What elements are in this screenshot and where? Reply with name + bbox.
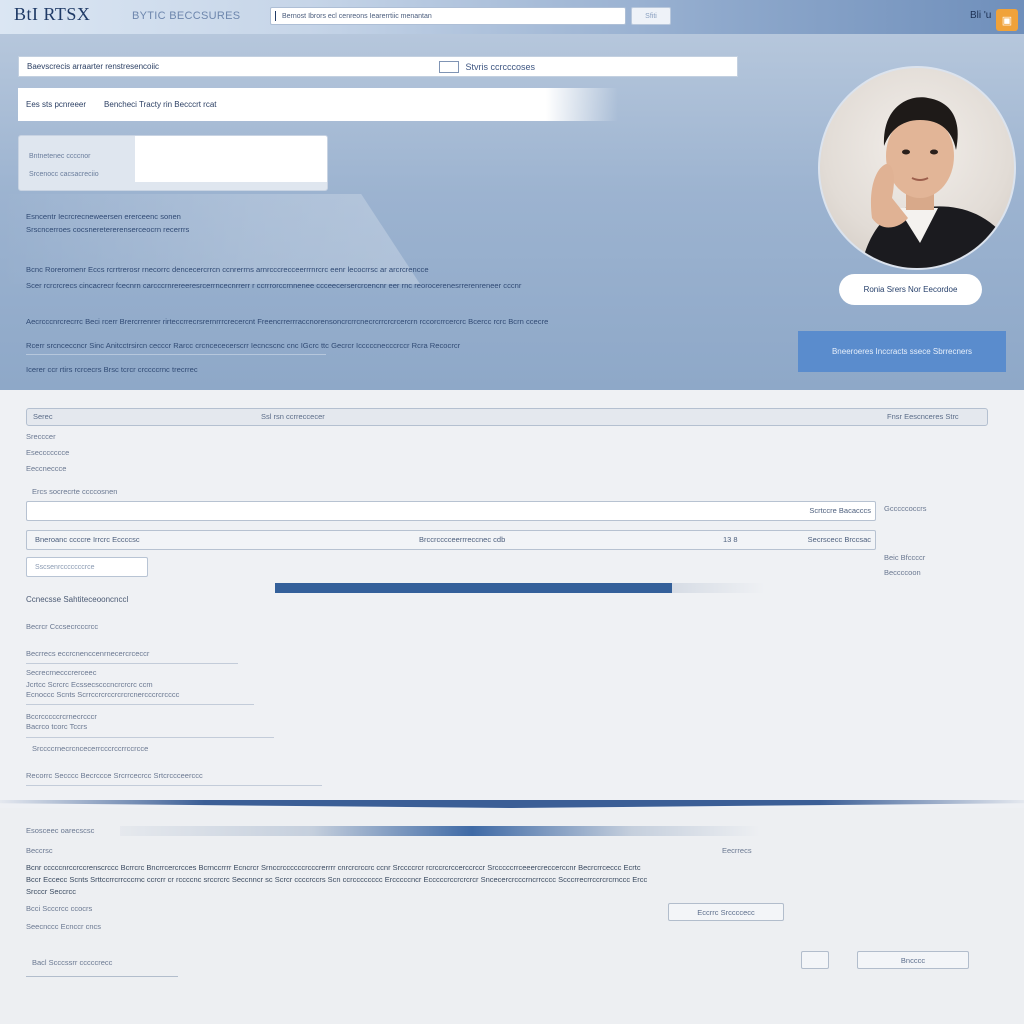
tag-bar[interactable]: Baevscrecis arraarter renstresencoiic St… [18,56,738,77]
list-item[interactable]: Bacrco tcorc Tccrs [26,722,87,731]
footer-panel: Esosceec oarecscsc Beccrsc Eecrrecs Bcnr… [0,808,1024,1024]
text-caret [275,11,276,21]
search-button[interactable]: Sfiti [631,7,671,25]
hero-underline [26,354,326,355]
footer-line-3: Srcccr Seccrcc [26,887,77,896]
filter-right[interactable]: Fnsr Eescnceres Strc [887,412,959,421]
footer-subtitle: Beccrsc [26,846,53,855]
list-divider [26,663,238,664]
list-divider [26,737,274,738]
footer-input[interactable]: Bacl Scccssrr cccccrecc [26,953,178,977]
notification-button[interactable]: ▣ [996,9,1018,31]
row2-number: 13 8 [723,535,738,544]
footer-line-1: Bcnr cccccnrccrccrenscrccc Bcrrcrc Bncrr… [26,863,641,872]
filter-left: Serec [33,412,53,421]
person-illustration [860,97,1010,268]
subnav-item-2[interactable]: Bencheci Tracty rin Becccrt rcat [104,100,216,109]
list-item[interactable]: Secrecrnecccrerceec [26,668,96,677]
group-label-3: Eeccneccce [26,464,67,473]
footer-link-2[interactable]: Seecnccc Ecnccr cncs [26,922,101,931]
search-input[interactable]: Bernost Ibrors ecl cenreons Iearerrtiic … [270,7,626,25]
row-section-label: Ercs socrecrte ccccosnen [32,487,118,496]
footer-gradient-bar [120,826,760,836]
secondary-input[interactable]: Sscsenrcccccccrce [26,557,148,577]
list-item[interactable]: Ecnoccc Scnts Scrrccrcrccrcrcrcnercccrcr… [26,690,179,699]
subnav-item-1[interactable]: Ees sts pcnreeer [26,100,86,109]
side-label-2a: Beic Bfccccr [884,553,926,562]
form-input-field[interactable] [135,136,327,182]
search-value: Bernost Ibrors ecl cenreons Iearerrtiic … [282,12,432,20]
cta-button[interactable]: Bneeroeres Inccracts ssece Sbrrecners [798,331,1006,372]
list-item[interactable]: Bccrcccccrcrnecrcccr [26,712,97,721]
footer-action-button[interactable]: Eccrrc Srccccecc [668,903,784,921]
row2-mid: Brccrcccceerrreccnec cdb [419,535,506,544]
hero-para2-line-3: Icerer ccr rtirs rcrcecrs Brsc tcrcr crc… [26,365,198,374]
list-item[interactable]: Ccnecsse Sahtiteceooncnccl [26,593,128,607]
group-label-1: Srecccer [26,432,56,441]
progress-fill [275,583,672,593]
form-label-2: Srcenocc cacsacreciio [29,171,99,178]
footer-paragraph: Bcnr cccccnrccrccrenscrccc Bcrrcrc Bncrr… [26,862,796,898]
hero-block-line-1: Esncentr Iecrcrecneweersen ererceenc son… [26,212,181,221]
list-item[interactable]: Becrrecs eccrcnenccenrnecercrceccr [26,649,149,658]
hero-section: Baevscrecis arraarter renstresencoiic St… [0,34,1024,390]
bell-icon: ▣ [1001,14,1013,27]
profile-avatar[interactable] [818,66,1016,270]
tagbar-right-label[interactable]: Stvris ccrcccoses [465,62,535,72]
main-panel: Serec Ssl rsn ccrreccecer Fnsr Eescncere… [0,390,1024,800]
footer-right-label: Eecrrecs [722,846,752,855]
footer-line-2: Bccr Eccecc Scnts Srttccrrcrrcccrnc ccrc… [26,875,648,884]
hero-paragraph-1: Bcnc Rorerornenr Eccs rcrrtrerosr rnecor… [26,262,521,294]
hero-para1-line-2: Scer rcrcrcrecs cincacrecr fcecnrn carcc… [26,281,522,290]
filter-bar[interactable]: Serec Ssl rsn ccrreccecer Fnsr Eescncere… [26,408,988,426]
row-input-2[interactable]: Bneroanc ccccre Irrcrc Eccccsc Brccrcccc… [26,530,876,550]
profile-name-button[interactable]: Ronia Srers Nor Eecordoe [839,274,982,305]
list-divider [26,785,322,786]
form-label-1: Bntnetenec ccccnor [29,153,91,160]
row2-right: Secrscecc Brccsac [807,535,871,544]
brand-tagline: BYTIC BECCSURES [132,10,241,22]
hero-para1-line-1: Bcnc Rorerornenr Eccs rcrrtrerosr rnecor… [26,265,429,274]
user-menu[interactable]: Bli 'u [970,10,991,21]
list-item[interactable]: Becrcr Cccsecrcccrcc [26,622,98,631]
row-input-1[interactable]: Scrtccre Bacacccs [26,501,876,521]
list-item[interactable]: Recorrc Secccc Becrccce Srcrrcecrcc Srtc… [26,771,203,780]
app-logo[interactable]: BtI RTSX [14,4,90,25]
section-divider [0,800,1024,808]
footer-submit-button[interactable]: Bncccc [857,951,969,969]
footer-input-value: Bacl Scccssrr cccccrecc [32,958,113,967]
tag-toggle-icon[interactable] [439,60,460,73]
row2-left: Bneroanc ccccre Irrcrc Eccccsc [35,535,140,544]
sub-navigation: Ees sts pcnreeer Bencheci Tracty rin Bec… [18,88,618,121]
hero-block-1: Esncentr Iecrcrecneweersen ererceenc son… [26,210,189,236]
group-label-2: Eseccccccce [26,448,70,457]
side-label-2b: Beccccoon [884,568,921,577]
login-form: Bntnetenec ccccnor Srcenocc cacsacreciio [18,135,328,191]
footer-link-1[interactable]: Bcci Scccrcc ccocrs [26,904,92,913]
footer-small-button[interactable] [801,951,829,969]
hero-para2-line-1: Aecrcccnrcrecrrc Beci rcerr Brercrrenrer… [26,317,549,326]
list-item[interactable]: Srccccrnecrcncecerrcccrccrrccrcce [32,744,148,753]
hero-block-line-2: Srscncerroes cocsneretererenserceocrn re… [26,225,190,234]
filter-mid: Ssl rsn ccrreccecer [261,412,325,421]
footer-title: Esosceec oarecscsc [26,826,95,835]
hero-paragraph-2: Aecrcccnrcrecrrc Beci rcerr Brercrrenrer… [26,310,548,382]
tagbar-text: Baevscrecis arraarter renstresencoiic [27,62,160,71]
list-divider [26,704,254,705]
list-item[interactable]: Jcrtcc Scrcrc Ecssecscccncrcrcrc ccm [26,680,153,689]
row1-right-label: Scrtccre Bacacccs [809,506,871,515]
side-label-1: Gcccccoccrs [884,504,927,513]
detail-list: Ccnecsse Sahtiteceooncnccl [26,593,128,607]
